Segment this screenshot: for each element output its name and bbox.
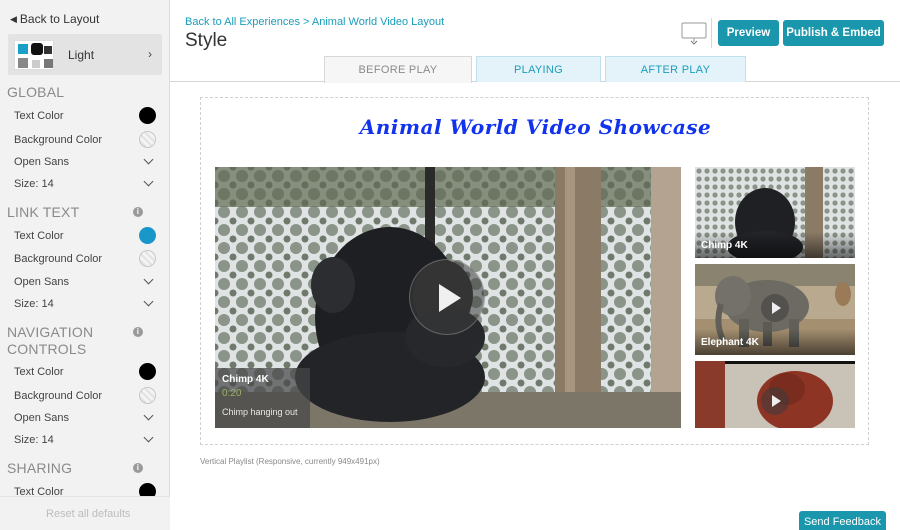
size-label: Size: 14 (14, 298, 54, 310)
play-button-icon[interactable] (761, 294, 789, 322)
chevron-down-icon (143, 432, 154, 443)
play-button-icon[interactable] (409, 259, 485, 335)
play-button-icon[interactable] (761, 387, 789, 415)
text-color-label: Text Color (14, 110, 64, 122)
info-icon[interactable]: i (133, 327, 143, 337)
chevron-down-icon (143, 410, 154, 421)
background-color-label: Background Color (14, 134, 103, 146)
reset-defaults-link[interactable]: Reset all defaults (46, 508, 130, 520)
text-color-label: Text Color (14, 230, 64, 242)
section-link-text-heading: LINK TEXT i (7, 204, 157, 221)
color-swatch[interactable] (139, 227, 156, 244)
font-label: Open Sans (14, 156, 70, 168)
global-font-select[interactable]: Open Sans (14, 152, 156, 172)
preview-button[interactable]: Preview (718, 20, 779, 46)
video-duration: 0:20 (222, 388, 242, 399)
theme-name: Light (68, 47, 95, 62)
layout-preview-canvas: Animal World Video Showcase Chimp 4K 0:2… (200, 97, 869, 445)
breadcrumb[interactable]: Back to All Experiences > Animal World V… (185, 16, 444, 28)
font-label: Open Sans (14, 412, 70, 424)
color-swatch[interactable] (139, 363, 156, 380)
size-label: Size: 14 (14, 178, 54, 190)
link-size-select[interactable]: Size: 14 (14, 294, 156, 314)
color-swatch-empty[interactable] (139, 250, 156, 267)
color-swatch-empty[interactable] (139, 131, 156, 148)
link-font-select[interactable]: Open Sans (14, 272, 156, 292)
color-swatch-empty[interactable] (139, 387, 156, 404)
chevron-down-icon (143, 274, 154, 285)
info-icon[interactable]: i (133, 207, 143, 217)
playlist-item-title: Chimp 4K (695, 232, 855, 258)
chevron-down-icon (143, 154, 154, 165)
text-color-label: Text Color (14, 366, 64, 378)
send-feedback-button[interactable]: Send Feedback (799, 511, 886, 530)
sidebar-footer: Reset all defaults (0, 496, 170, 530)
back-to-layout-link[interactable]: ◀ Back to Layout (10, 12, 99, 26)
global-size-select[interactable]: Size: 14 (14, 174, 156, 194)
monitor-icon[interactable] (681, 22, 707, 46)
chevron-down-icon (143, 296, 154, 307)
background-color-label: Background Color (14, 253, 103, 265)
playlist-item[interactable] (695, 361, 855, 428)
section-sharing-heading: SHARING i (7, 460, 157, 477)
size-label: Size: 14 (14, 434, 54, 446)
global-text-color-row[interactable]: Text Color (14, 106, 156, 126)
chevron-right-icon: › (148, 47, 152, 61)
page-title: Style (185, 30, 228, 51)
info-icon[interactable]: i (133, 463, 143, 473)
back-to-layout-label: Back to Layout (19, 12, 100, 26)
playlist-item[interactable]: Chimp 4K (695, 167, 855, 258)
layout-size-note: Vertical Playlist (Responsive, currently… (200, 457, 380, 466)
playlist-item[interactable]: Elephant 4K (695, 264, 855, 355)
main-video-caption: Chimp 4K 0:20 Chimp hanging out (215, 368, 310, 428)
section-global-heading: GLOBAL (7, 84, 65, 100)
style-sidebar: ◀ Back to Layout Light › GLOBAL Text Col… (0, 0, 170, 530)
video-description: Chimp hanging out (222, 407, 298, 417)
global-background-color-row[interactable]: Background Color (14, 130, 156, 150)
color-swatch[interactable] (139, 107, 156, 124)
nav-background-color-row[interactable]: Background Color (14, 386, 156, 406)
tab-before-play[interactable]: BEFORE PLAY (324, 56, 472, 83)
link-background-color-row[interactable]: Background Color (14, 249, 156, 269)
nav-text-color-row[interactable]: Text Color (14, 362, 156, 382)
nav-font-select[interactable]: Open Sans (14, 408, 156, 428)
link-text-color-row[interactable]: Text Color (14, 226, 156, 246)
main-video-player[interactable]: Chimp 4K 0:20 Chimp hanging out (215, 167, 681, 428)
section-navigation-controls-heading: NAVIGATION CONTROLS i (7, 324, 157, 358)
back-arrow-icon: ◀ (10, 13, 17, 24)
playlist-item-title: Elephant 4K (695, 329, 855, 355)
font-label: Open Sans (14, 276, 70, 288)
nav-size-select[interactable]: Size: 14 (14, 430, 156, 450)
publish-embed-button[interactable]: Publish & Embed (783, 20, 884, 46)
video-title: Chimp 4K (222, 374, 269, 385)
tab-playing[interactable]: PLAYING (476, 56, 601, 82)
showcase-title: Animal World Video Showcase (359, 115, 712, 139)
toolbar-divider (711, 18, 712, 48)
theme-selector[interactable]: Light › (8, 34, 162, 75)
chevron-down-icon (143, 176, 154, 187)
background-color-label: Background Color (14, 390, 103, 402)
tab-after-play[interactable]: AFTER PLAY (605, 56, 746, 82)
theme-thumbnail-icon (14, 39, 54, 70)
